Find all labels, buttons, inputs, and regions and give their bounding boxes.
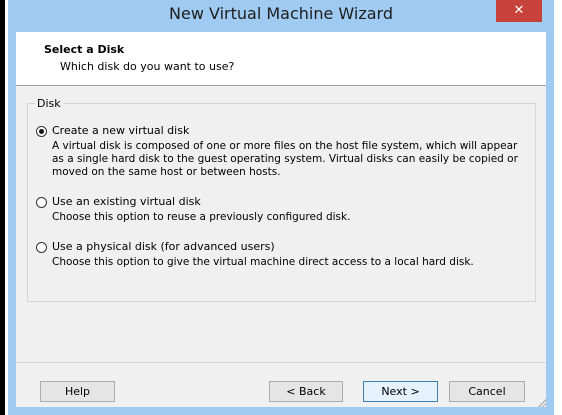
window-title: New Virtual Machine Wizard: [169, 4, 393, 23]
radio-create-new-disk[interactable]: [36, 126, 47, 137]
page-subtitle: Which disk do you want to use?: [60, 60, 235, 73]
close-button[interactable]: ✕: [496, 0, 542, 22]
wizard-header: Select a Disk Which disk do you want to …: [16, 32, 546, 86]
back-button[interactable]: < Back: [269, 381, 343, 402]
background-edge: [0, 0, 5, 415]
option-use-physical-disk-description: Choose this option to give the virtual m…: [52, 256, 474, 268]
footer-divider: [16, 362, 546, 363]
help-button[interactable]: Help: [40, 381, 115, 402]
option-create-new-disk-description: A virtual disk is composed of one or mor…: [52, 140, 518, 178]
disk-group-label: Disk: [35, 97, 63, 110]
close-icon: ✕: [513, 3, 525, 18]
page-title: Select a Disk: [44, 43, 125, 56]
title-bar[interactable]: New Virtual Machine Wizard ✕: [8, 0, 554, 31]
resize-grip[interactable]: [537, 398, 546, 407]
dialog-body: Select a Disk Which disk do you want to …: [16, 32, 546, 407]
radio-use-physical-disk[interactable]: [36, 242, 47, 253]
option-use-existing-disk-description: Choose this option to reuse a previously…: [52, 211, 351, 223]
radio-use-existing-disk[interactable]: [36, 197, 47, 208]
option-use-existing-disk-label[interactable]: Use an existing virtual disk: [52, 195, 201, 208]
cancel-button[interactable]: Cancel: [449, 381, 525, 402]
next-button[interactable]: Next >: [363, 381, 438, 402]
option-use-physical-disk-label[interactable]: Use a physical disk (for advanced users): [52, 240, 275, 253]
wizard-window: New Virtual Machine Wizard ✕ Select a Di…: [8, 0, 554, 415]
option-create-new-disk-label[interactable]: Create a new virtual disk: [52, 124, 189, 137]
